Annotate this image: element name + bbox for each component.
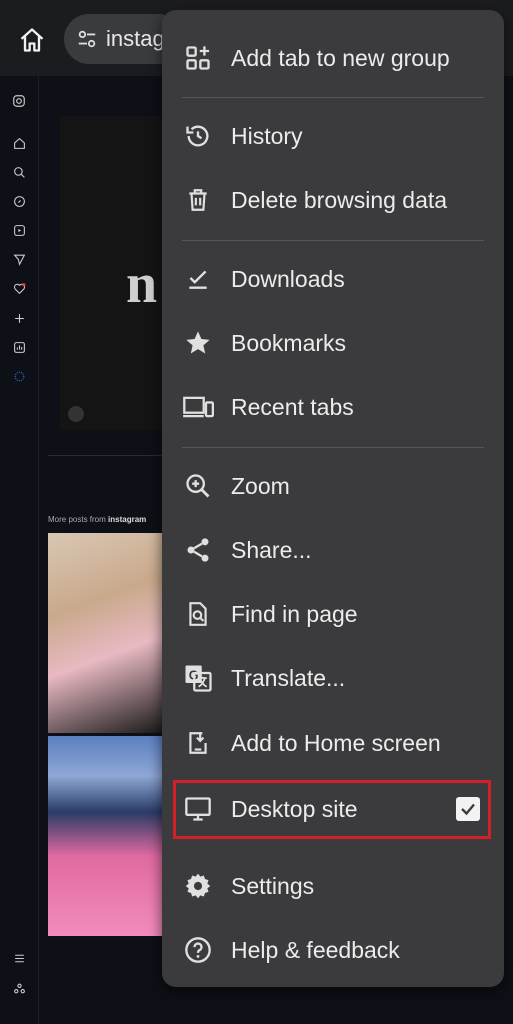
nav-dashboard-icon[interactable] xyxy=(10,338,28,356)
menu-item-label: Zoom xyxy=(231,472,290,499)
star-icon xyxy=(182,327,214,359)
more-posts-heading: More posts from instagram xyxy=(48,515,147,524)
post-logo-text: n xyxy=(126,253,158,315)
desktop-site-checkbox[interactable] xyxy=(456,797,480,821)
download-icon xyxy=(182,263,214,295)
add-to-group-icon xyxy=(182,42,214,74)
grid-post-thumbnail[interactable] xyxy=(48,736,162,936)
site-settings-icon[interactable] xyxy=(76,27,98,51)
nav-profile-icon[interactable] xyxy=(10,367,28,385)
menu-item-help-feedback[interactable]: Help & feedback xyxy=(162,922,504,978)
help-icon xyxy=(182,934,214,966)
menu-item-add-to-home-screen[interactable]: Add to Home screen xyxy=(162,715,504,771)
nav-create-icon[interactable] xyxy=(10,309,28,327)
menu-item-delete-browsing-data[interactable]: Delete browsing data xyxy=(162,172,504,228)
menu-item-translate[interactable]: G Translate... xyxy=(162,650,504,706)
history-icon xyxy=(182,120,214,152)
nav-explore-icon[interactable] xyxy=(10,192,28,210)
share-icon xyxy=(182,534,214,566)
menu-item-add-tab-to-group[interactable]: Add tab to new group xyxy=(162,30,504,86)
menu-item-label: Add to Home screen xyxy=(231,729,441,756)
menu-item-label: Add tab to new group xyxy=(231,44,450,71)
post-media[interactable]: n xyxy=(60,116,170,430)
menu-item-find-in-page[interactable]: Find in page xyxy=(162,586,504,642)
menu-item-desktop-site[interactable]: Desktop site xyxy=(162,781,504,837)
nav-messages-icon[interactable] xyxy=(10,250,28,268)
trash-icon xyxy=(182,184,214,216)
menu-item-share[interactable]: Share... xyxy=(162,522,504,578)
menu-item-label: Recent tabs xyxy=(231,393,354,420)
nav-search-icon[interactable] xyxy=(10,163,28,181)
browser-overflow-menu: Add tab to new group History Delete brow… xyxy=(162,10,504,987)
home-button[interactable] xyxy=(14,22,50,58)
menu-item-downloads[interactable]: Downloads xyxy=(162,251,504,307)
menu-item-label: Help & feedback xyxy=(231,936,400,963)
menu-item-zoom[interactable]: Zoom xyxy=(162,458,504,514)
instagram-logo-icon[interactable] xyxy=(10,92,28,110)
menu-item-label: Translate... xyxy=(231,664,346,691)
menu-item-label: Settings xyxy=(231,872,315,899)
menu-item-settings[interactable]: Settings xyxy=(162,858,504,914)
gear-icon xyxy=(182,870,214,902)
menu-separator xyxy=(182,447,484,448)
instagram-sidebar xyxy=(0,76,39,1024)
menu-item-label: Delete browsing data xyxy=(231,186,448,213)
menu-item-label: Desktop site xyxy=(231,795,358,822)
menu-item-label: Bookmarks xyxy=(231,329,347,356)
menu-separator xyxy=(182,240,484,241)
menu-item-bookmarks[interactable]: Bookmarks xyxy=(162,315,504,371)
add-home-icon xyxy=(182,727,214,759)
grid-post-thumbnail[interactable] xyxy=(48,533,162,733)
monitor-icon xyxy=(182,793,214,825)
menu-item-history[interactable]: History xyxy=(162,108,504,164)
menu-item-label: History xyxy=(231,122,303,149)
nav-threads-icon[interactable] xyxy=(10,979,28,997)
menu-item-recent-tabs[interactable]: Recent tabs xyxy=(162,379,504,435)
menu-item-label: Find in page xyxy=(231,600,358,627)
menu-separator xyxy=(182,97,484,98)
home-icon xyxy=(18,26,46,54)
devices-icon xyxy=(182,391,214,423)
translate-icon: G xyxy=(182,662,214,694)
post-avatar-icon[interactable] xyxy=(68,406,84,422)
zoom-icon xyxy=(182,470,214,502)
more-posts-account[interactable]: instagram xyxy=(108,515,146,524)
find-icon xyxy=(182,598,214,630)
menu-item-label: Downloads xyxy=(231,265,345,292)
menu-item-label: Share... xyxy=(231,536,312,563)
divider xyxy=(48,455,168,456)
nav-notifications-icon[interactable] xyxy=(10,279,28,297)
nav-more-icon[interactable] xyxy=(10,949,28,967)
nav-home-icon[interactable] xyxy=(10,134,28,152)
nav-reels-icon[interactable] xyxy=(10,221,28,239)
